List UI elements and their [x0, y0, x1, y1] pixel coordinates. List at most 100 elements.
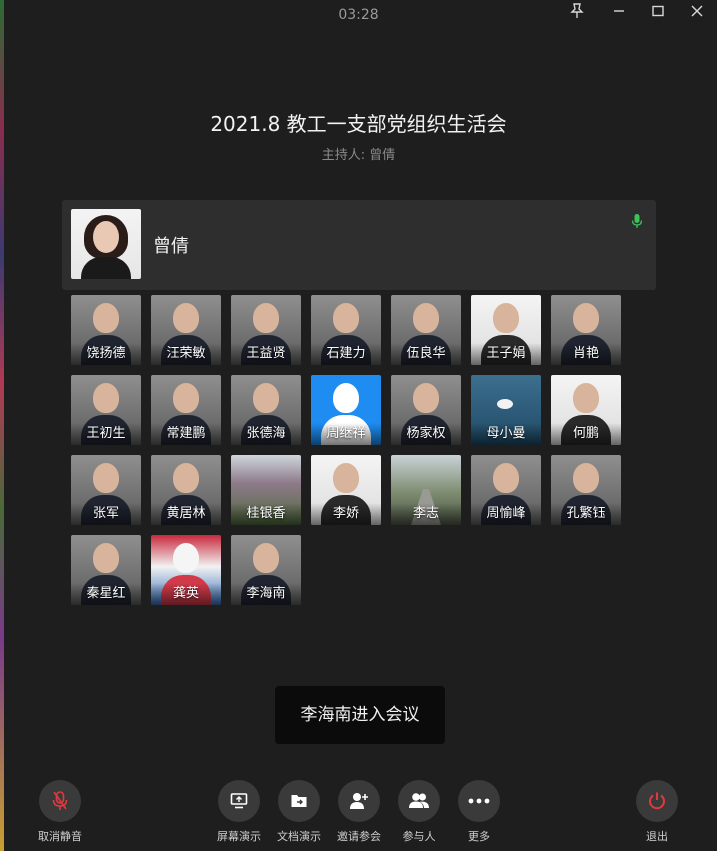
mic-active-icon	[631, 213, 643, 233]
invite-button[interactable]: 邀请参会	[329, 780, 389, 844]
participant-head-shape	[493, 463, 519, 493]
participant-head-shape	[253, 303, 279, 333]
participant-tile[interactable]: 王益贤	[231, 295, 301, 365]
participant-head-shape	[93, 303, 119, 333]
participant-tile[interactable]: 肖艳	[551, 295, 621, 365]
participant-head-shape	[253, 383, 279, 413]
doc-share-label: 文档演示	[277, 830, 321, 843]
pin-icon	[570, 3, 584, 18]
pin-button[interactable]	[564, 2, 590, 20]
participant-tile[interactable]: 母小曼	[471, 375, 541, 445]
participant-name: 王益贤	[231, 343, 301, 365]
participant-tile[interactable]: 龚英	[151, 535, 221, 605]
participant-name: 黄居林	[151, 503, 221, 525]
participant-tile[interactable]: 伍良华	[391, 295, 461, 365]
participant-name: 孔繁钰	[551, 503, 621, 525]
minimize-icon	[614, 10, 624, 12]
participant-head-shape	[253, 543, 279, 573]
participant-name: 王子娟	[471, 343, 541, 365]
participant-tile[interactable]: 周继祥	[311, 375, 381, 445]
join-notification: 李海南进入会议	[275, 686, 445, 744]
people-icon	[409, 793, 429, 808]
participant-head-shape	[333, 383, 359, 413]
minimize-button[interactable]	[606, 2, 632, 20]
participant-head-shape	[573, 383, 599, 413]
power-icon	[649, 792, 665, 810]
participant-head-shape	[493, 303, 519, 333]
mic-muted-icon	[52, 791, 68, 810]
participant-tile[interactable]: 石建力	[311, 295, 381, 365]
participant-name: 周愉峰	[471, 503, 541, 525]
participant-head-shape	[93, 543, 119, 573]
invite-label: 邀请参会	[337, 830, 381, 843]
unmute-button[interactable]: 取消静音	[30, 780, 90, 844]
screen-share-button[interactable]: 屏幕演示	[209, 780, 269, 844]
participant-head-shape	[173, 543, 199, 573]
participant-head-shape	[173, 303, 199, 333]
participant-tile[interactable]: 杨家权	[391, 375, 461, 445]
document-share-icon	[291, 795, 307, 807]
participant-tile[interactable]: 李海南	[231, 535, 301, 605]
participant-name: 张军	[71, 503, 141, 525]
close-icon	[691, 5, 703, 17]
active-speaker-panel[interactable]: 曾倩	[62, 200, 656, 290]
participant-head-shape	[413, 383, 439, 413]
participant-tile[interactable]: 黄居林	[151, 455, 221, 525]
participants-label: 参与人	[402, 830, 436, 843]
participant-name: 张德海	[231, 423, 301, 445]
participant-tile[interactable]: 桂银香	[231, 455, 301, 525]
participant-name: 龚英	[151, 583, 221, 605]
participant-name: 秦星红	[71, 583, 141, 605]
participant-name: 杨家权	[391, 423, 461, 445]
participant-name: 王初生	[71, 423, 141, 445]
participant-name: 肖艳	[551, 343, 621, 365]
participant-tile[interactable]: 张军	[71, 455, 141, 525]
maximize-icon	[652, 5, 664, 17]
doc-share-button[interactable]: 文档演示	[269, 780, 329, 844]
participant-name: 常建鹏	[151, 423, 221, 445]
screen-share-icon	[230, 793, 248, 809]
leave-button[interactable]: 退出	[627, 780, 687, 844]
participant-tile[interactable]: 王子娟	[471, 295, 541, 365]
more-dots-icon	[468, 798, 490, 804]
participant-tile[interactable]: 孔繁钰	[551, 455, 621, 525]
speaker-avatar	[71, 209, 141, 279]
more-label: 更多	[468, 830, 490, 843]
add-person-icon	[350, 793, 368, 809]
participant-name: 何鹏	[551, 423, 621, 445]
participant-name: 李海南	[231, 583, 301, 605]
participant-tile[interactable]: 周愉峰	[471, 455, 541, 525]
participant-tile[interactable]: 张德海	[231, 375, 301, 445]
more-button[interactable]: 更多	[449, 780, 509, 844]
participant-name: 饶扬德	[71, 343, 141, 365]
meeting-host: 主持人: 曾倩	[321, 148, 396, 163]
participant-tile[interactable]: 李娇	[311, 455, 381, 525]
participant-tile[interactable]: 秦星红	[71, 535, 141, 605]
participants-button[interactable]: 参与人	[389, 780, 449, 844]
meeting-title: 2021.8 教工一支部党组织生活会	[210, 112, 507, 136]
participant-head-shape	[413, 303, 439, 333]
close-button[interactable]	[684, 2, 710, 20]
participant-name: 母小曼	[471, 423, 541, 445]
participant-tile[interactable]: 何鹏	[551, 375, 621, 445]
participant-tile[interactable]: 王初生	[71, 375, 141, 445]
screen-share-label: 屏幕演示	[217, 830, 261, 843]
participant-tile[interactable]: 汪荣敏	[151, 295, 221, 365]
maximize-button[interactable]	[645, 2, 671, 20]
participant-tile[interactable]: 常建鹏	[151, 375, 221, 445]
participant-head-shape	[93, 383, 119, 413]
participant-head-shape	[573, 463, 599, 493]
leave-label: 退出	[646, 830, 668, 843]
participant-tile[interactable]: 饶扬德	[71, 295, 141, 365]
participant-name: 李娇	[311, 503, 381, 525]
participant-head-shape	[333, 463, 359, 493]
participant-head-shape	[333, 303, 359, 333]
participant-tile[interactable]: 李志	[391, 455, 461, 525]
participant-name: 伍良华	[391, 343, 461, 365]
participant-name: 李志	[391, 503, 461, 525]
participant-name: 石建力	[311, 343, 381, 365]
speaker-name: 曾倩	[153, 236, 189, 257]
participant-name: 桂银香	[231, 503, 301, 525]
participant-head-shape	[93, 463, 119, 493]
participant-name: 汪荣敏	[151, 343, 221, 365]
